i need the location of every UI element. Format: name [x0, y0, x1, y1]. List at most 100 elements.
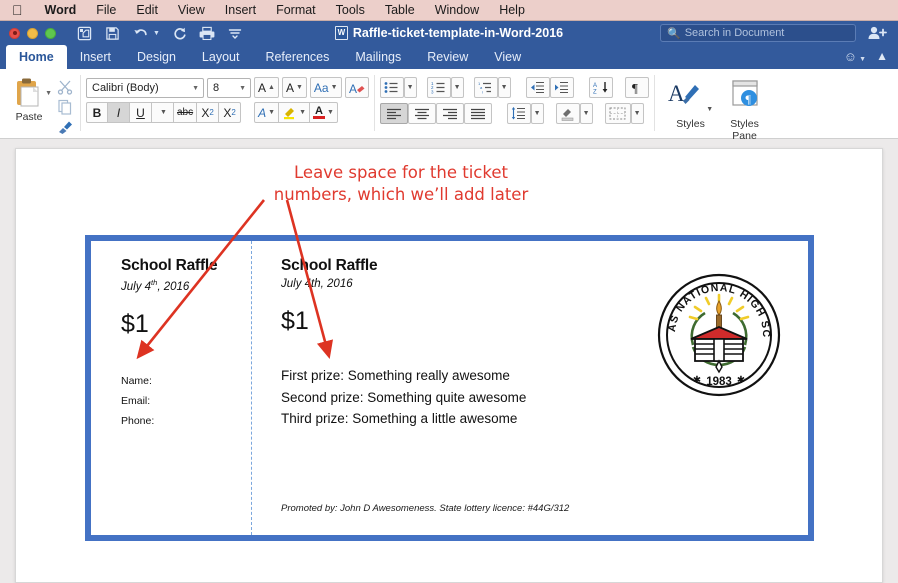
menu-item-format[interactable]: Format [266, 0, 326, 21]
search-placeholder: Search in Document [684, 27, 785, 39]
line-spacing-icon[interactable] [506, 103, 531, 124]
menu-item-help[interactable]: Help [489, 0, 535, 21]
save-icon[interactable] [104, 25, 121, 42]
italic-button[interactable]: I [108, 102, 130, 123]
bold-label: B [92, 105, 102, 120]
tab-references[interactable]: References [252, 45, 342, 69]
borders-icon[interactable] [604, 103, 631, 124]
shading-dropdown-caret[interactable]: ▼ [579, 103, 593, 124]
font-size-select[interactable]: 8 ▼ [207, 77, 251, 98]
menu-item-insert[interactable]: Insert [215, 0, 266, 21]
svg-text:Z: Z [593, 90, 597, 95]
chevron-down-icon[interactable]: ▼ [192, 85, 199, 92]
zoom-button[interactable] [45, 27, 56, 39]
underline-dropdown-caret[interactable]: ▼ [152, 102, 174, 123]
bold-button[interactable]: B [86, 102, 108, 123]
bullet-list-icon[interactable] [379, 77, 404, 98]
justify-icon[interactable] [463, 103, 492, 124]
tab-insert[interactable]: Insert [67, 45, 124, 69]
sort-az-icon[interactable]: AZ [588, 77, 613, 98]
grow-font-button[interactable]: A ▲ [254, 77, 279, 98]
increase-indent-icon[interactable] [549, 77, 574, 98]
highlight-icon[interactable]: ▼ [279, 102, 311, 123]
text-effects-label: A [258, 105, 267, 120]
chevron-up-icon[interactable]: ▲ [876, 49, 888, 63]
tab-mailings[interactable]: Mailings [342, 45, 414, 69]
numbered-list-dropdown-caret[interactable]: ▼ [450, 77, 464, 98]
stub-fields: Name: Email: Phone: [121, 371, 251, 431]
format-painter-icon[interactable] [55, 119, 75, 135]
numbered-list-icon[interactable]: 123 [426, 77, 451, 98]
clear-formatting-icon[interactable]: A [344, 77, 369, 98]
ribbon-tabs: Home Insert Design Layout References Mai… [0, 45, 898, 69]
search-icon: 🔍 [667, 27, 681, 40]
borders-dropdown-caret[interactable]: ▼ [630, 103, 644, 124]
menu-item-table[interactable]: Table [375, 0, 425, 21]
shrink-font-button[interactable]: A ▼ [281, 77, 307, 98]
menu-item-file[interactable]: File [86, 0, 126, 21]
pilcrow-icon[interactable]: ¶ [624, 77, 649, 98]
styles-pane-button[interactable]: ¶ Styles Pane [718, 73, 772, 142]
new-document-icon[interactable] [76, 25, 93, 42]
styles-button[interactable]: A ▼ Styles [664, 73, 718, 130]
shading-buttons: ▼ [555, 103, 593, 124]
subscript-button[interactable]: X2 [197, 102, 220, 123]
font-family-select[interactable]: Calibri (Body) ▼ [86, 77, 204, 98]
shading-icon[interactable] [555, 103, 580, 124]
align-left-icon[interactable] [379, 103, 408, 124]
tab-layout[interactable]: Layout [189, 45, 253, 69]
close-button[interactable] [9, 27, 20, 39]
styles-group: A ▼ Styles ¶ Styles Pane [655, 69, 777, 142]
menu-item-tools[interactable]: Tools [326, 0, 375, 21]
smiley-face-icon[interactable]: ☺ ▼ [844, 49, 866, 64]
align-center-icon[interactable] [407, 103, 436, 124]
undo-dropdown-caret[interactable]: ▼ [153, 30, 160, 37]
tab-design[interactable]: Design [124, 45, 189, 69]
tab-home[interactable]: Home [6, 45, 67, 69]
redo-icon[interactable] [171, 25, 188, 42]
document-page[interactable]: Leave space for the ticket numbers, whic… [15, 148, 883, 583]
tab-review[interactable]: Review [414, 45, 481, 69]
bullet-list-dropdown-caret[interactable]: ▼ [403, 77, 417, 98]
school-seal-logo: NAVOTAS NATIONAL HIGH SCHOOL [652, 264, 781, 397]
change-case-button[interactable]: Aa ▼ [309, 77, 342, 98]
menu-item-word[interactable]: Word [35, 0, 87, 21]
stub-field-email: Email: [121, 394, 151, 407]
search-input[interactable]: 🔍 Search in Document [660, 24, 856, 42]
text-format-buttons: B I U ▼ abc X2 X2 [86, 102, 242, 123]
copy-icon[interactable] [55, 99, 75, 115]
tab-view[interactable]: View [481, 45, 534, 69]
svg-text:¶: ¶ [632, 81, 638, 94]
text-effects-button[interactable]: A ▼ [254, 102, 280, 123]
scissors-icon[interactable] [55, 79, 75, 95]
menu-item-view[interactable]: View [168, 0, 215, 21]
list-buttons: ▼ [379, 77, 417, 98]
document-canvas[interactable]: Leave space for the ticket numbers, whic… [0, 139, 898, 583]
raffle-ticket[interactable]: School Raffle July 4th, 2016 $1 Name: Em… [85, 235, 814, 541]
paste-button[interactable]: ▼ Paste [5, 73, 53, 123]
multilevel-list-dropdown-caret[interactable]: ▼ [497, 77, 511, 98]
font-color-button[interactable]: A ▼ [310, 102, 338, 123]
superscript-button[interactable]: X2 [219, 102, 242, 123]
paste-dropdown-caret[interactable]: ▼ [45, 90, 52, 97]
chevron-down-icon[interactable]: ▼ [239, 85, 246, 92]
font-size-value: 8 [213, 81, 220, 94]
multilevel-list-icon[interactable]: 1ai [473, 77, 498, 98]
strikethrough-button[interactable]: abc [174, 102, 198, 123]
decrease-indent-icon[interactable] [525, 77, 550, 98]
menu-item-window[interactable]: Window [425, 0, 489, 21]
print-icon[interactable] [199, 25, 216, 42]
menu-item-edit[interactable]: Edit [126, 0, 168, 21]
main-date: July 4th, 2016 [281, 278, 353, 290]
align-right-icon[interactable] [435, 103, 464, 124]
minimize-button[interactable] [27, 27, 38, 39]
undo-icon[interactable] [132, 25, 149, 42]
line-spacing-dropdown-caret[interactable]: ▼ [530, 103, 544, 124]
customize-toolbar-icon[interactable] [227, 25, 244, 42]
apple-icon[interactable]:  [10, 3, 35, 17]
share-person-icon[interactable] [867, 25, 887, 41]
font-family-value: Calibri (Body) [92, 81, 159, 94]
underline-button[interactable]: U [130, 102, 152, 123]
italic-label: I [116, 105, 121, 120]
annotation-line-2: numbers, which we’ll add later [273, 185, 529, 204]
